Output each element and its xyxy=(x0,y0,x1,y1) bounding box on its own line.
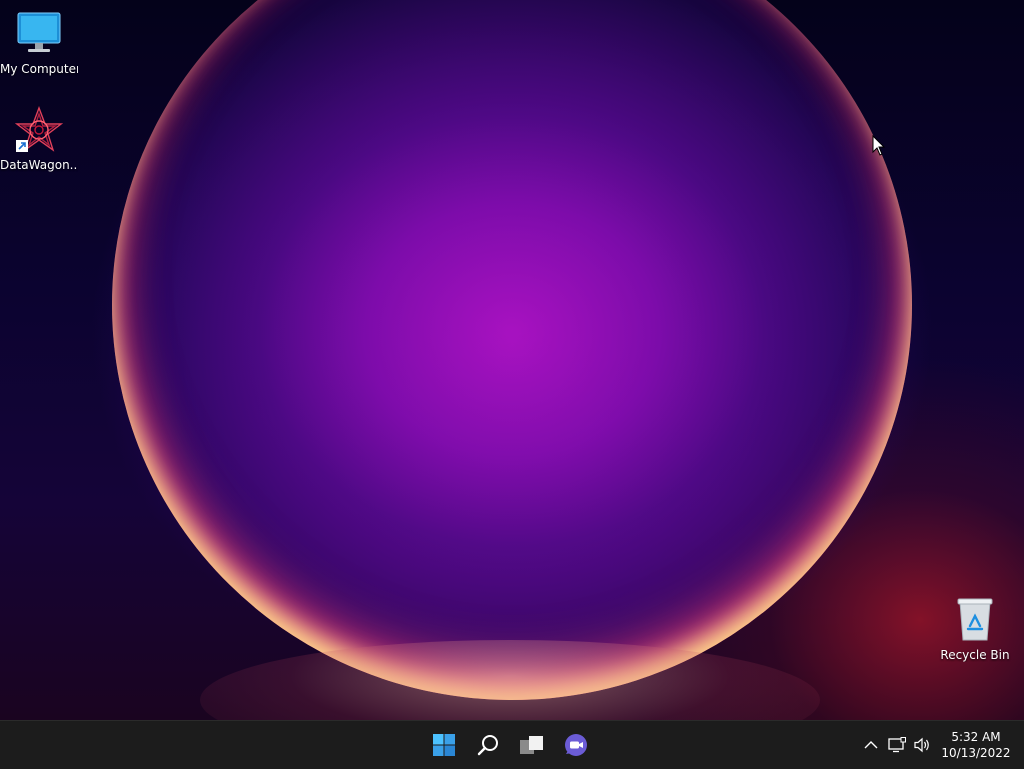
taskbar-clock[interactable]: 5:32 AM 10/13/2022 xyxy=(936,729,1016,761)
clock-time: 5:32 AM xyxy=(951,730,1001,744)
mouse-cursor-icon xyxy=(872,135,886,156)
desktop-icon-label: My Computer xyxy=(0,62,78,76)
network-icon xyxy=(888,737,906,753)
windows-start-icon xyxy=(433,734,455,756)
desktop-icon-my-computer[interactable]: My Computer xyxy=(0,10,78,76)
chevron-up-icon xyxy=(864,741,878,749)
taskbar-pinned-apps xyxy=(424,721,596,769)
task-view-button[interactable] xyxy=(512,725,552,765)
volume-button[interactable] xyxy=(910,725,936,765)
search-button[interactable] xyxy=(468,725,508,765)
desktop-icon-label: DataWagon... xyxy=(0,158,78,172)
start-button[interactable] xyxy=(424,725,464,765)
system-tray: 5:32 AM 10/13/2022 xyxy=(858,721,1024,769)
task-view-icon xyxy=(520,736,543,754)
taskbar: 5:32 AM 10/13/2022 xyxy=(0,720,1024,769)
search-icon xyxy=(477,735,498,756)
network-button[interactable] xyxy=(884,725,910,765)
desktop-wallpaper: My Computer DataWagon... Recycle Bin xyxy=(0,0,1024,720)
recycle-bin-icon xyxy=(951,596,999,644)
volume-icon xyxy=(914,737,929,753)
chat-button[interactable] xyxy=(556,725,596,765)
wallpaper-orb-rim xyxy=(112,0,912,700)
monitor-icon xyxy=(15,10,63,58)
datawagon-app-icon xyxy=(14,106,64,154)
wallpaper-orb-reflection xyxy=(200,640,820,720)
desktop-icon-datawagon[interactable]: DataWagon... xyxy=(0,106,78,172)
desktop-icon-label: Recycle Bin xyxy=(940,648,1010,662)
show-hidden-icons-button[interactable] xyxy=(858,725,884,765)
clock-date: 10/13/2022 xyxy=(941,746,1011,760)
desktop-icon-recycle-bin[interactable]: Recycle Bin xyxy=(936,596,1014,662)
chat-video-icon xyxy=(565,734,587,756)
